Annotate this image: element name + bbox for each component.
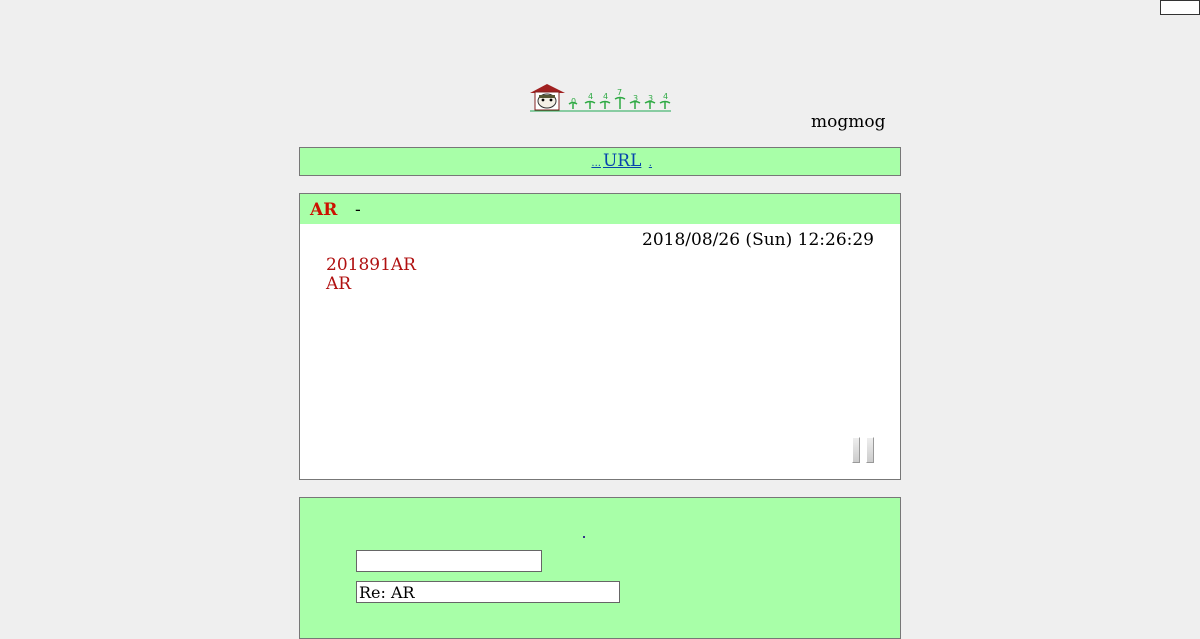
- reply-form: [299, 497, 901, 639]
- post-title: AR: [310, 200, 338, 220]
- post-header: AR -: [300, 194, 900, 224]
- post-body-line: 201891AR: [326, 255, 416, 275]
- post-panel: AR - 2018/08/26 (Sun) 12:26:29 201891AR …: [299, 193, 901, 480]
- svg-text:4: 4: [603, 92, 608, 101]
- svg-text:7: 7: [617, 88, 622, 97]
- reply-button[interactable]: [852, 437, 860, 463]
- post-date: 2018/08/26 (Sun) 12:26:29: [642, 230, 874, 250]
- reply-form-marker: [583, 536, 585, 538]
- svg-text:3: 3: [648, 94, 653, 103]
- url-link[interactable]: URL: [603, 151, 641, 171]
- svg-text:0: 0: [571, 97, 576, 106]
- nav-separator: ...: [591, 158, 601, 169]
- name-field[interactable]: [356, 550, 542, 572]
- svg-text:4: 4: [663, 92, 668, 101]
- post-actions: [852, 437, 874, 463]
- house-mascot-sprout-logo-icon: 0 4 4 7 3 3 4: [530, 84, 671, 112]
- nav-trailing-dot: .: [648, 158, 652, 169]
- svg-text:4: 4: [588, 92, 593, 101]
- post-author: -: [355, 200, 361, 220]
- site-logo[interactable]: 0 4 4 7 3 3 4: [529, 82, 672, 112]
- subject-field[interactable]: [356, 581, 620, 603]
- corner-box[interactable]: [1160, 0, 1200, 15]
- post-body-line: AR: [326, 274, 352, 294]
- post-body: 201891AR AR: [326, 256, 416, 294]
- site-owner: mogmog: [811, 112, 886, 132]
- edit-button[interactable]: [866, 437, 874, 463]
- svg-text:3: 3: [633, 94, 638, 103]
- nav-bar: ... URL .: [299, 147, 901, 176]
